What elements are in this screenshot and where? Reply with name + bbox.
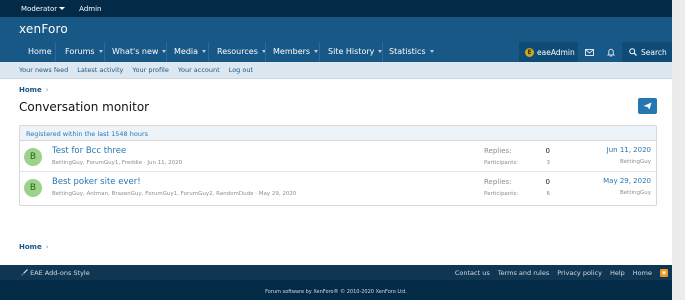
- footer-privacy[interactable]: Privacy policy: [557, 269, 602, 277]
- admin-link[interactable]: Admin: [79, 5, 101, 13]
- site-header: xenForo: [0, 17, 672, 42]
- nav-resources[interactable]: Resources: [217, 47, 266, 56]
- conversation-title[interactable]: Best poker site ever!: [52, 177, 141, 187]
- chevron-right-icon: ›: [45, 243, 49, 251]
- moderator-menu[interactable]: Moderator: [21, 5, 66, 13]
- conversation-meta: BettingGuy, ForumGuy1, Freddie · Jun 11,…: [52, 160, 183, 166]
- avatar[interactable]: B: [24, 148, 42, 166]
- search-label: Search: [641, 47, 667, 57]
- dropdown-icon[interactable]: [202, 50, 207, 53]
- participants-label: Participants:: [484, 191, 519, 197]
- breadcrumb: Home ›: [19, 86, 49, 94]
- nav-site-history[interactable]: Site History: [328, 47, 383, 56]
- subnav-your-profile[interactable]: Your profile: [132, 66, 168, 74]
- main-nav: Home Forums What's new Media Resources M…: [0, 42, 672, 62]
- dropdown-icon[interactable]: [429, 50, 434, 53]
- participants-count: 6: [546, 191, 551, 197]
- caret-down-icon: [59, 7, 66, 10]
- subnav-your-account[interactable]: Your account: [178, 66, 220, 74]
- account-menu[interactable]: E eaeAdmin: [519, 42, 578, 62]
- last-message-user[interactable]: BettingGuy: [620, 190, 651, 196]
- conversation-title[interactable]: Test for Bcc three: [52, 146, 126, 156]
- replies-count: 0: [545, 147, 550, 155]
- search-icon: [629, 48, 637, 56]
- conversation-meta: BettingGuy, Antman, BrazenGuy, ForumGuy1…: [52, 191, 297, 197]
- participants-count: 3: [546, 160, 551, 166]
- nav-members[interactable]: Members: [273, 47, 319, 56]
- page: Moderator Admin xenForo Home Forums What…: [0, 0, 672, 300]
- copyright: Forum software by XenForo® © 2010-2020 X…: [0, 280, 672, 300]
- style-chooser[interactable]: EAE Add-ons Style: [21, 269, 90, 277]
- conversation-list: Registered within the last 1548 hours B …: [19, 125, 657, 206]
- paper-plane-icon: [643, 102, 652, 110]
- rss-icon[interactable]: ◉: [660, 268, 668, 277]
- account-name: eaeAdmin: [537, 47, 575, 57]
- footer-home[interactable]: Home: [633, 269, 652, 277]
- filter-bar[interactable]: Registered within the last 1548 hours: [20, 126, 656, 141]
- send-button[interactable]: [638, 98, 657, 114]
- footer-bar: EAE Add-ons Style Contact us Terms and r…: [0, 265, 672, 280]
- nav-forums[interactable]: Forums: [65, 47, 103, 56]
- last-message-date[interactable]: May 29, 2020: [603, 177, 651, 185]
- nav-whats-new[interactable]: What's new: [112, 47, 167, 56]
- list-item: B Best poker site ever! BettingGuy, Antm…: [20, 173, 656, 203]
- replies-count: 0: [545, 178, 550, 186]
- inbox-icon[interactable]: [578, 42, 600, 62]
- participants-label: Participants:: [484, 160, 519, 166]
- dropdown-icon[interactable]: [98, 50, 103, 53]
- footer-contact-us[interactable]: Contact us: [455, 269, 490, 277]
- replies-label: Replies:: [484, 178, 512, 186]
- chevron-right-icon: ›: [45, 86, 49, 94]
- subnav-log-out[interactable]: Log out: [229, 66, 253, 74]
- scrollbar[interactable]: [672, 0, 685, 300]
- subnav-news-feed[interactable]: Your news feed: [19, 66, 68, 74]
- search-button[interactable]: Search: [622, 42, 672, 62]
- subnav-latest-activity[interactable]: Latest activity: [77, 66, 123, 74]
- nav-statistics[interactable]: Statistics: [389, 47, 434, 56]
- last-message-user[interactable]: BettingGuy: [620, 159, 651, 165]
- last-message-date[interactable]: Jun 11, 2020: [607, 146, 651, 154]
- paint-brush-icon: [21, 269, 28, 276]
- breadcrumb-home[interactable]: Home: [19, 243, 42, 251]
- staff-bar: Moderator Admin: [0, 0, 672, 17]
- footer-terms[interactable]: Terms and rules: [498, 269, 550, 277]
- dropdown-icon[interactable]: [314, 50, 319, 53]
- nav-home[interactable]: Home: [28, 47, 52, 56]
- page-title: Conversation monitor: [19, 100, 150, 114]
- list-item: B Test for Bcc three BettingGuy, ForumGu…: [20, 142, 656, 172]
- footer-help[interactable]: Help: [610, 269, 625, 277]
- avatar: E: [525, 47, 534, 57]
- site-logo[interactable]: xenForo: [19, 22, 68, 36]
- bell-icon[interactable]: [600, 42, 622, 62]
- breadcrumb-bottom: Home ›: [19, 243, 49, 251]
- nav-media[interactable]: Media: [174, 47, 207, 56]
- sub-nav: Your news feed Latest activity Your prof…: [0, 62, 672, 79]
- breadcrumb-home[interactable]: Home: [19, 86, 42, 94]
- replies-label: Replies:: [484, 147, 512, 155]
- avatar[interactable]: B: [24, 179, 42, 197]
